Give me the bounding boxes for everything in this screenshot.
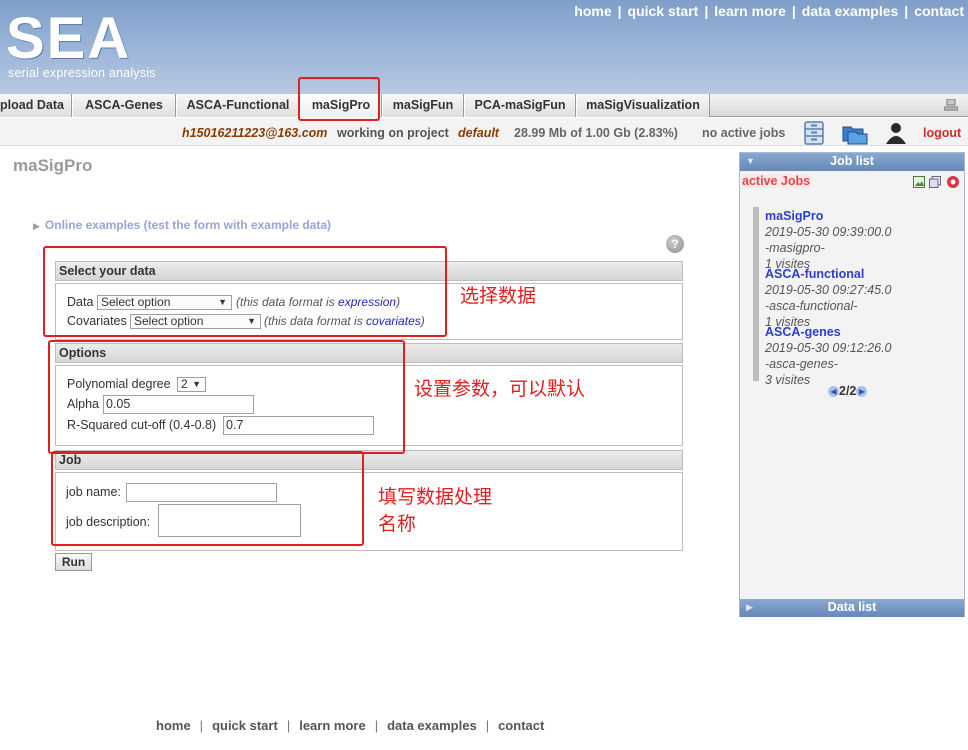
footer-learn-more-link[interactable]: learn more xyxy=(299,718,365,733)
computer-icon[interactable] xyxy=(944,99,958,111)
collapse-triangle-icon: ▼ xyxy=(746,156,755,166)
footer-contact-link[interactable]: contact xyxy=(498,718,544,733)
job-list-scrollbar[interactable] xyxy=(753,207,759,381)
logout-link[interactable]: logout xyxy=(923,126,961,140)
data-list-title: Data list xyxy=(827,600,877,614)
cabinet-icon[interactable] xyxy=(803,121,825,145)
job-entry-tag: -asca-functional- xyxy=(765,299,858,313)
annotation-box-options xyxy=(48,340,405,454)
nav-quick-start-link[interactable]: quick start xyxy=(628,3,699,19)
job-entry[interactable]: maSigPro 2019-05-30 09:39:00.0 -masigpro… xyxy=(765,208,892,272)
run-button[interactable]: Run xyxy=(55,553,92,571)
annotation-job-text-line1: 填写数据处理 xyxy=(378,486,493,508)
active-jobs-status: no active jobs xyxy=(702,126,786,140)
nav-home-link[interactable]: home xyxy=(574,3,611,19)
job-entry-date: 2019-05-30 09:27:45.0 xyxy=(765,283,892,297)
footer-data-examples-link[interactable]: data examples xyxy=(387,718,477,733)
copy-icon[interactable] xyxy=(929,176,941,188)
folders-icon[interactable] xyxy=(842,121,868,145)
active-jobs-label[interactable]: active Jobs xyxy=(741,174,812,188)
nav-data-examples-link[interactable]: data examples xyxy=(802,3,899,19)
sea-logo[interactable]: SEA xyxy=(6,10,131,68)
status-bar: h15016211223@163.com working on project … xyxy=(0,118,968,146)
top-nav: home | quick start | learn more | data example… xyxy=(574,3,964,19)
previous-page-icon[interactable]: ◀ xyxy=(828,386,839,397)
expand-arrow-icon: ▶ xyxy=(33,221,40,231)
annotation-box-masigpro-tab xyxy=(298,77,380,121)
settings-gear-icon[interactable] xyxy=(946,175,960,189)
page-indicator: 2/2 xyxy=(839,384,857,398)
tab-masigvisualization[interactable]: maSigVisualization xyxy=(576,94,710,117)
working-on-label: working on project xyxy=(337,126,449,140)
job-list-title: Job list xyxy=(830,154,874,168)
online-examples-toggle[interactable]: ▶ Online examples (test the form with exa… xyxy=(33,218,331,232)
page-title: maSigPro xyxy=(13,156,93,175)
annotation-box-job xyxy=(51,451,364,546)
job-entry-name[interactable]: ASCA-functional xyxy=(765,266,892,282)
job-entry-date: 2019-05-30 09:39:00.0 xyxy=(765,225,892,239)
annotation-select-data-text: 选择数据 xyxy=(460,285,537,307)
nav-contact-link[interactable]: contact xyxy=(914,3,964,19)
annotation-options-text: 设置参数，可以默认 xyxy=(414,378,586,400)
job-list-header[interactable]: ▼ Job list xyxy=(740,153,964,171)
job-entry-tag: -asca-genes- xyxy=(765,357,838,371)
footer-nav: home | quick start | learn more | data example… xyxy=(156,718,545,733)
site-header: SEA serial expression analysis home | quic… xyxy=(0,0,968,94)
nav-learn-more-link[interactable]: learn more xyxy=(714,3,786,19)
tab-masigfun[interactable]: maSigFun xyxy=(382,94,464,117)
next-page-icon[interactable]: ▶ xyxy=(856,386,868,397)
job-list-pager: ◀ 2/2 ▶ xyxy=(828,384,868,398)
logo-subtitle: serial expression analysis xyxy=(8,66,156,80)
user-email: h15016211223@163.com xyxy=(182,126,328,140)
footer-quick-start-link[interactable]: quick start xyxy=(212,718,278,733)
tab-asca-functional[interactable]: ASCA-Functional xyxy=(176,94,300,117)
user-icon[interactable] xyxy=(884,121,908,145)
job-entry-tag: -masigpro- xyxy=(765,241,825,255)
tab-bar-filler xyxy=(710,94,968,117)
online-examples-label: Online examples (test the form with exam… xyxy=(44,218,331,232)
tab-upload-data[interactable]: pload Data xyxy=(0,94,72,117)
expand-triangle-icon: ▶ xyxy=(746,602,753,612)
tab-asca-genes[interactable]: ASCA-Genes xyxy=(72,94,176,117)
project-name: default xyxy=(458,126,499,140)
job-entry-name[interactable]: maSigPro xyxy=(765,208,892,224)
job-entry[interactable]: ASCA-functional 2019-05-30 09:27:45.0 -a… xyxy=(765,266,892,330)
tab-pca-masigfun[interactable]: PCA-maSigFun xyxy=(464,94,576,117)
job-entry-name[interactable]: ASCA-genes xyxy=(765,324,892,340)
annotation-job-text-line2: 名称 xyxy=(378,513,417,535)
side-panel: ▼ Job list active Jobs maSigPro 2019-05-… xyxy=(739,152,965,617)
annotation-box-select-data xyxy=(43,246,447,337)
tab-bar: pload Data ASCA-Genes ASCA-Functional ma… xyxy=(0,94,968,117)
data-list-header[interactable]: ▶ Data list xyxy=(740,599,964,617)
footer-home-link[interactable]: home xyxy=(156,718,191,733)
help-icon[interactable]: ? xyxy=(666,235,684,253)
job-entry[interactable]: ASCA-genes 2019-05-30 09:12:26.0 -asca-g… xyxy=(765,324,892,388)
job-entry-date: 2019-05-30 09:12:26.0 xyxy=(765,341,892,355)
image-icon[interactable] xyxy=(913,176,925,188)
storage-usage: 28.99 Mb of 1.00 Gb (2.83%) xyxy=(514,126,678,140)
